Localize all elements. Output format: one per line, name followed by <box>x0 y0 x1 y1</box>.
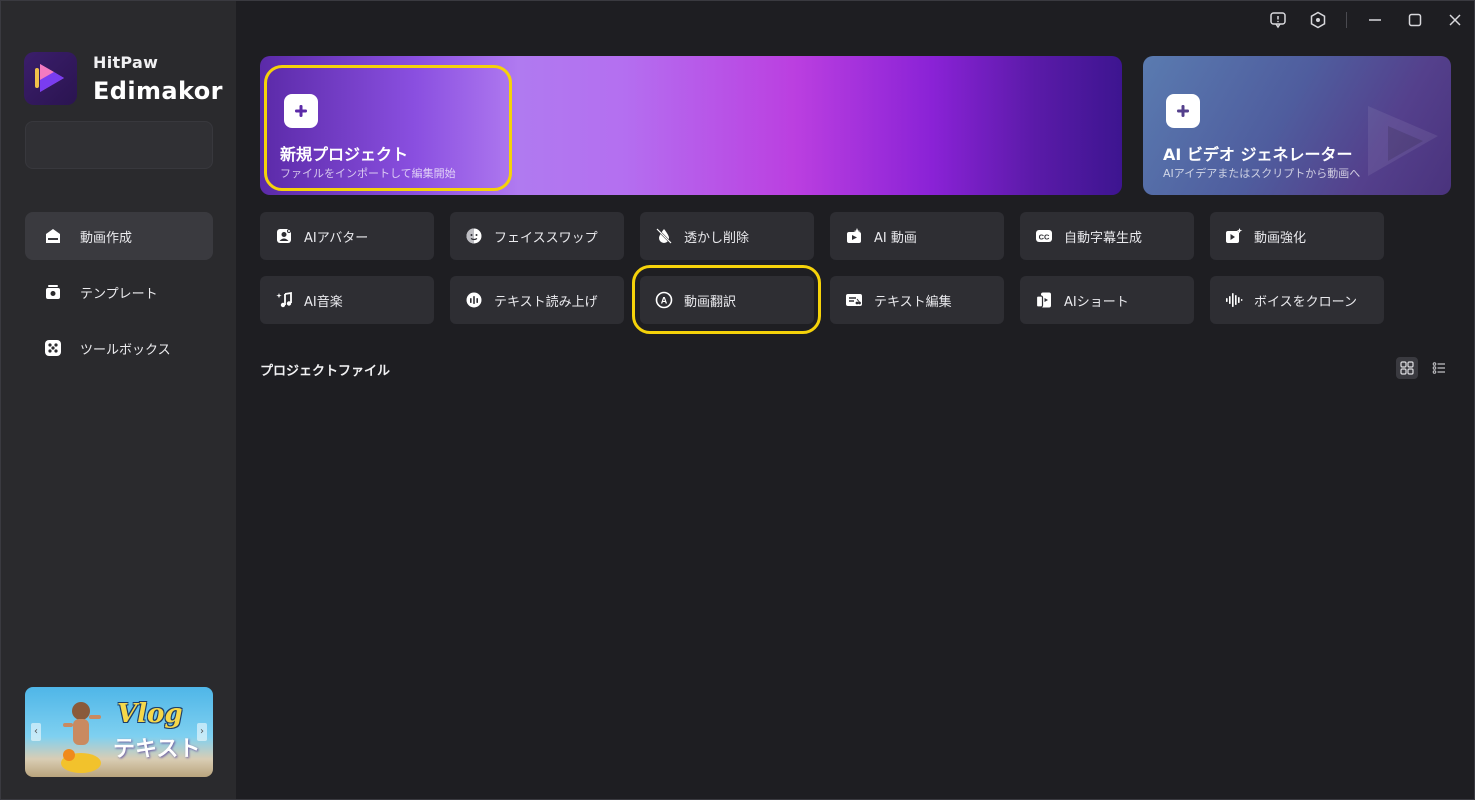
tool-label: AIショート <box>1064 294 1129 310</box>
plus-icon <box>1166 94 1200 128</box>
project-files-title: プロジェクトファイル <box>260 364 391 379</box>
sidebar: HitPaw Edimakor 動画作成 テンプレート ツールボックス Vlog… <box>1 1 236 799</box>
sidebar-item-create-video[interactable]: 動画作成 <box>25 212 213 260</box>
feedback-icon[interactable] <box>1265 8 1291 32</box>
app-logo <box>24 52 77 105</box>
sidebar-item-toolbox[interactable]: ツールボックス <box>25 324 213 372</box>
svg-text:A: A <box>661 296 668 306</box>
home-icon <box>42 225 64 247</box>
minimize-icon[interactable] <box>1362 8 1388 32</box>
template-icon <box>42 281 64 303</box>
ai-short-icon <box>1034 290 1054 310</box>
list-view-icon[interactable] <box>1428 357 1450 379</box>
tool-auto-subtitle[interactable]: CC 自動字幕生成 <box>1020 212 1194 260</box>
settings-icon[interactable] <box>1305 8 1331 32</box>
sidebar-item-label: 動画作成 <box>80 230 133 246</box>
tool-label: フェイススワップ <box>494 230 598 246</box>
tool-ai-music[interactable]: AI音楽 <box>260 276 434 324</box>
ai-video-title: AI ビデオ ジェネレーター <box>1163 145 1353 164</box>
promo-banner[interactable]: Vlog テキスト ‹ › <box>25 687 213 777</box>
new-project-card[interactable]: 新規プロジェクト ファイルをインポートして編集開始 <box>260 56 1122 195</box>
titlebar-divider <box>1346 12 1347 28</box>
tool-label: 透かし削除 <box>684 230 750 246</box>
new-project-subtitle: ファイルをインポートして編集開始 <box>280 167 456 180</box>
tool-label: テキスト編集 <box>874 294 952 310</box>
translate-icon: A <box>654 290 674 310</box>
maximize-icon[interactable] <box>1402 8 1428 32</box>
grid-view-icon[interactable] <box>1396 357 1418 379</box>
brand-name-large: Edimakor <box>93 77 223 105</box>
face-swap-icon <box>464 226 484 246</box>
cc-icon: CC <box>1034 226 1054 246</box>
tool-text-edit[interactable]: テキスト編集 <box>830 276 1004 324</box>
ai-video-subtitle: AIアイデアまたはスクリプトから動画へ <box>1163 167 1361 180</box>
tool-text-to-speech[interactable]: テキスト読み上げ <box>450 276 624 324</box>
tool-label: 自動字幕生成 <box>1064 230 1143 246</box>
brand-name-small: HitPaw <box>93 53 159 72</box>
promo-next-icon[interactable]: › <box>197 723 207 741</box>
promo-figure-image <box>61 702 101 773</box>
tool-label: AIアバター <box>304 230 369 246</box>
close-icon[interactable] <box>1442 8 1468 32</box>
video-enhance-icon <box>1224 226 1244 246</box>
tool-label: AI音楽 <box>304 294 343 310</box>
tts-icon <box>464 290 484 310</box>
text-edit-icon <box>844 290 864 310</box>
promo-prev-icon[interactable]: ‹ <box>31 723 41 741</box>
svg-text:CC: CC <box>1039 233 1050 242</box>
sidebar-item-label: ツールボックス <box>80 342 171 358</box>
tool-ai-short[interactable]: AIショート <box>1020 276 1194 324</box>
plus-icon <box>284 94 318 128</box>
promo-title: Vlog <box>117 699 183 729</box>
watermark-remove-icon <box>654 226 674 246</box>
toolbox-icon <box>42 337 64 359</box>
tool-ai-video[interactable]: AI 動画 <box>830 212 1004 260</box>
voice-clone-icon <box>1224 290 1244 310</box>
new-project-title: 新規プロジェクト <box>280 145 409 164</box>
tool-face-swap[interactable]: フェイススワップ <box>450 212 624 260</box>
promo-subtitle: テキスト <box>113 737 201 762</box>
sidebar-item-label: テンプレート <box>80 286 158 302</box>
tool-video-enhance[interactable]: 動画強化 <box>1210 212 1384 260</box>
tool-label: ボイスをクローン <box>1254 294 1357 310</box>
account-panel[interactable] <box>25 121 213 169</box>
tool-ai-avatar[interactable]: AIアバター <box>260 212 434 260</box>
tool-voice-clone[interactable]: ボイスをクローン <box>1210 276 1384 324</box>
ai-video-icon <box>844 226 864 246</box>
sidebar-item-templates[interactable]: テンプレート <box>25 268 213 316</box>
tool-watermark-remove[interactable]: 透かし削除 <box>640 212 814 260</box>
tool-label: テキスト読み上げ <box>494 294 598 310</box>
ai-video-generator-card[interactable]: AI ビデオ ジェネレーター AIアイデアまたはスクリプトから動画へ <box>1143 56 1451 195</box>
ai-music-icon <box>274 290 294 310</box>
tool-video-translate[interactable]: A 動画翻訳 <box>640 276 814 324</box>
tool-label: 動画強化 <box>1254 230 1307 246</box>
tool-label: AI 動画 <box>874 230 917 246</box>
avatar-icon <box>274 226 294 246</box>
tool-label: 動画翻訳 <box>684 294 737 310</box>
